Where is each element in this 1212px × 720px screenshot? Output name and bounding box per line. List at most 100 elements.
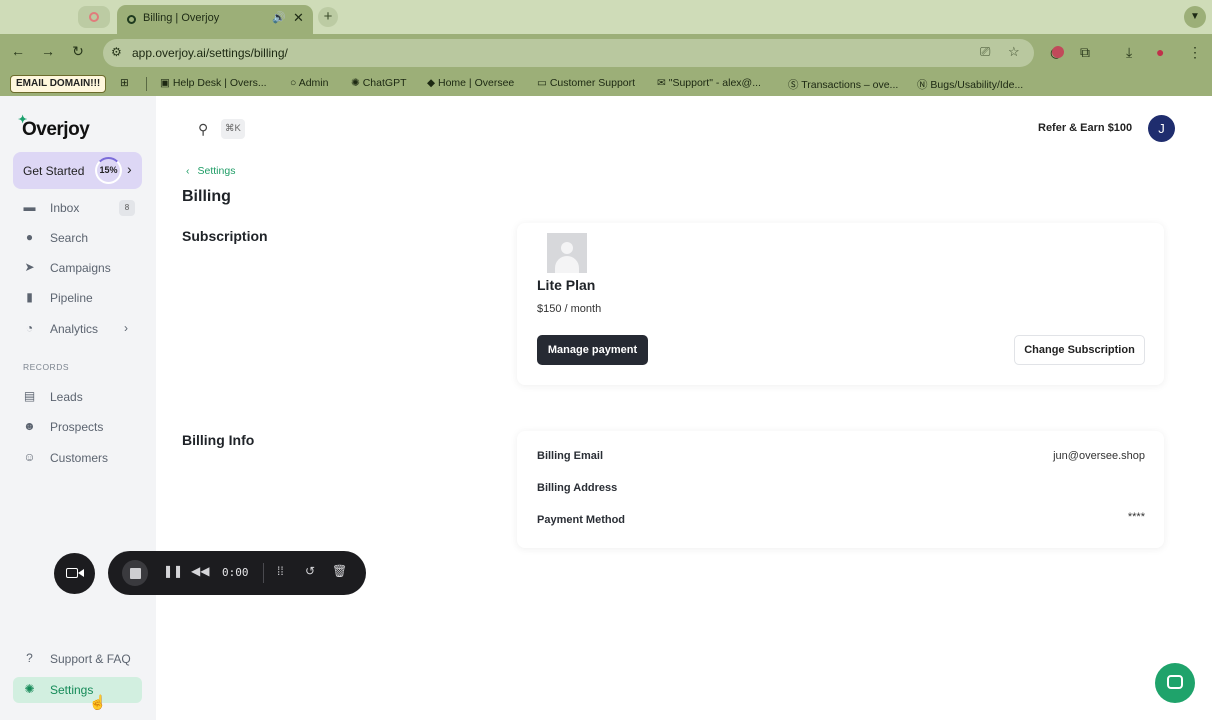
bookmark-home-oversee[interactable]: ◆ Home | Oversee — [427, 77, 514, 89]
record-icon — [89, 12, 99, 22]
person-body-shape — [555, 256, 579, 273]
new-tab-button[interactable]: + — [318, 7, 338, 27]
sidebar-item-pipeline[interactable]: ▮ Pipeline — [13, 285, 142, 311]
sidebar-item-support-faq[interactable]: ? Support & FAQ — [13, 646, 142, 672]
speaker-icon[interactable]: 🔊 — [272, 11, 286, 24]
manage-payment-button[interactable]: Manage payment — [537, 335, 648, 365]
video-camera-icon — [66, 568, 78, 578]
send-icon: ➤ — [24, 260, 35, 274]
billing-email-label: Billing Email — [537, 450, 604, 462]
bookmark-separator — [146, 77, 147, 91]
plan-price: $150 / month — [537, 303, 602, 315]
download-icon[interactable]: ⤓ — [1126, 44, 1132, 61]
bookmark-email-domain[interactable]: EMAIL DOMAIN!!! — [10, 75, 107, 93]
contact-card-icon: ▤ — [23, 389, 36, 403]
plan-name: Lite Plan — [537, 277, 596, 293]
sidebar-item-inbox[interactable]: ▬ Inbox 8 — [13, 195, 142, 221]
rewind-icon[interactable]: ◀◀ — [191, 564, 209, 578]
active-tab[interactable]: Billing | Overjoy 🔊 ✕ — [117, 5, 313, 34]
reload-icon[interactable]: ↻ — [68, 43, 88, 60]
sidebar-item-label: Analytics — [50, 322, 99, 336]
bookmark-label: Bugs/Usability/Ide... — [930, 79, 1024, 91]
sparkle-icon: ✦ — [18, 114, 27, 126]
camera-toggle-button[interactable] — [54, 553, 95, 594]
sidebar-item-analytics[interactable]: ◔ Analytics › — [13, 316, 142, 342]
billing-info-card: Billing Email jun@oversee.shop Billing A… — [517, 431, 1164, 548]
stop-button[interactable] — [122, 560, 148, 586]
sidebar-item-label: Campaigns — [50, 261, 111, 275]
bookmark-star-icon[interactable]: ☆ — [1008, 44, 1020, 60]
back-icon[interactable]: ← — [8, 43, 28, 59]
chevron-right-icon: › — [127, 161, 132, 177]
trash-icon[interactable]: 🗑 — [332, 564, 347, 578]
sidebar-item-label: Customers — [50, 451, 109, 465]
overjoy-logo[interactable]: ✦ Overjoy — [18, 114, 90, 141]
close-tab-icon[interactable]: ✕ — [293, 10, 304, 26]
chevron-right-icon: › — [124, 321, 128, 335]
sidebar-item-prospects[interactable]: ☻ Prospects — [13, 414, 142, 440]
customers-icon: ☺ — [23, 450, 36, 464]
install-app-icon[interactable]: ⎚ — [980, 44, 990, 60]
get-started-label: Get Started — [23, 164, 85, 178]
bookmark-label: ChatGPT — [362, 77, 407, 89]
sidebar-item-leads[interactable]: ▤ Leads — [13, 384, 142, 410]
subscription-heading: Subscription — [182, 228, 268, 244]
breadcrumb[interactable]: ‹ Settings — [186, 165, 235, 177]
bookmark-bugs[interactable]: Ⓝ Bugs/Usability/Ide... — [917, 77, 1023, 92]
sidebar-item-label: Settings — [50, 683, 94, 697]
page-title: Billing — [182, 188, 231, 205]
bookmark-label: Admin — [298, 77, 329, 89]
billing-address-label: Billing Address — [537, 482, 618, 494]
sidebar-item-customers[interactable]: ☺ Customers — [13, 445, 142, 471]
bookmarks-bar: EMAIL DOMAIN!!! ⊞ ▣ Help Desk | Overs...… — [0, 72, 1212, 96]
apps-grid-icon[interactable]: ⊞ — [120, 77, 129, 89]
chat-support-button[interactable] — [1155, 663, 1195, 703]
sidebar-item-label: Search — [50, 231, 89, 245]
restart-icon[interactable]: ↺ — [305, 564, 315, 578]
bookmark-label: Customer Support — [549, 77, 636, 89]
divider — [263, 563, 264, 583]
billing-info-heading: Billing Info — [182, 432, 255, 448]
sidebar-item-label: Support & FAQ — [50, 652, 131, 666]
stop-icon — [130, 568, 141, 579]
sidebar-item-settings[interactable]: ✺ Settings — [13, 677, 142, 703]
sidebar-item-search[interactable]: ● Search — [13, 225, 142, 251]
address-bar[interactable]: ⚙ app.overjoy.ai/settings/billing/ ⎚ ☆ — [103, 39, 1034, 67]
extensions-puzzle-icon[interactable]: ⧉ — [1080, 44, 1090, 61]
sidebar-item-label: Leads — [50, 390, 83, 404]
bookmark-admin[interactable]: ○ Admin — [290, 77, 328, 89]
url-text[interactable]: app.overjoy.ai/settings/billing/ — [132, 46, 288, 60]
grid-dots-icon[interactable]: ⁞⁞ — [277, 564, 284, 578]
bookmark-label: Transactions – ove... — [801, 79, 899, 91]
bookmark-label: Home | Oversee — [438, 77, 515, 89]
forward-icon[interactable]: → — [38, 43, 58, 59]
chevron-left-icon: ‹ — [186, 165, 190, 177]
bookmark-support-gmail[interactable]: ✉ "Support" - alex@... — [657, 77, 761, 89]
records-heading: RECORDS — [23, 362, 70, 372]
bookmark-customer-support[interactable]: ▭ Customer Support — [537, 77, 635, 89]
search-icon: ● — [25, 230, 34, 244]
refer-earn-link[interactable]: Refer & Earn $100 — [1038, 122, 1132, 134]
sidebar-item-campaigns[interactable]: ➤ Campaigns — [13, 255, 142, 281]
tab-title: Billing | Overjoy — [143, 12, 220, 24]
search-icon[interactable]: ⚲ — [198, 121, 208, 138]
site-info-icon[interactable]: ⚙ — [111, 45, 122, 59]
tab-search-button[interactable]: ▼ — [1184, 6, 1206, 28]
recording-controls: ❚❚ ◀◀ 0:00 ⁞⁞ ↺ 🗑 — [108, 551, 366, 595]
bookmark-chatgpt[interactable]: ✺ ChatGPT — [351, 77, 406, 89]
camera-lens-shape — [78, 569, 84, 577]
chart-icon: ◔ — [25, 321, 34, 335]
change-subscription-button[interactable]: Change Subscription — [1014, 335, 1145, 365]
menu-kebab-icon[interactable]: ⋮ — [1188, 44, 1202, 61]
person-icon — [561, 242, 573, 254]
subscription-card: Lite Plan $150 / month Manage payment Ch… — [517, 223, 1164, 385]
bookmark-transactions[interactable]: Ⓢ Transactions – ove... — [788, 77, 898, 92]
search-shortcut-hint[interactable]: ⌘K — [221, 119, 245, 139]
inbox-count-badge: 8 — [119, 200, 135, 216]
user-avatar[interactable]: J — [1148, 115, 1175, 142]
profile-icon[interactable]: ● — [1156, 44, 1164, 60]
get-started-button[interactable]: Get Started 15% › — [13, 152, 142, 189]
bookmark-help-desk[interactable]: ▣ Help Desk | Overs... — [160, 77, 267, 89]
pause-icon[interactable]: ❚❚ — [163, 564, 183, 578]
pinned-tab[interactable] — [78, 6, 110, 28]
